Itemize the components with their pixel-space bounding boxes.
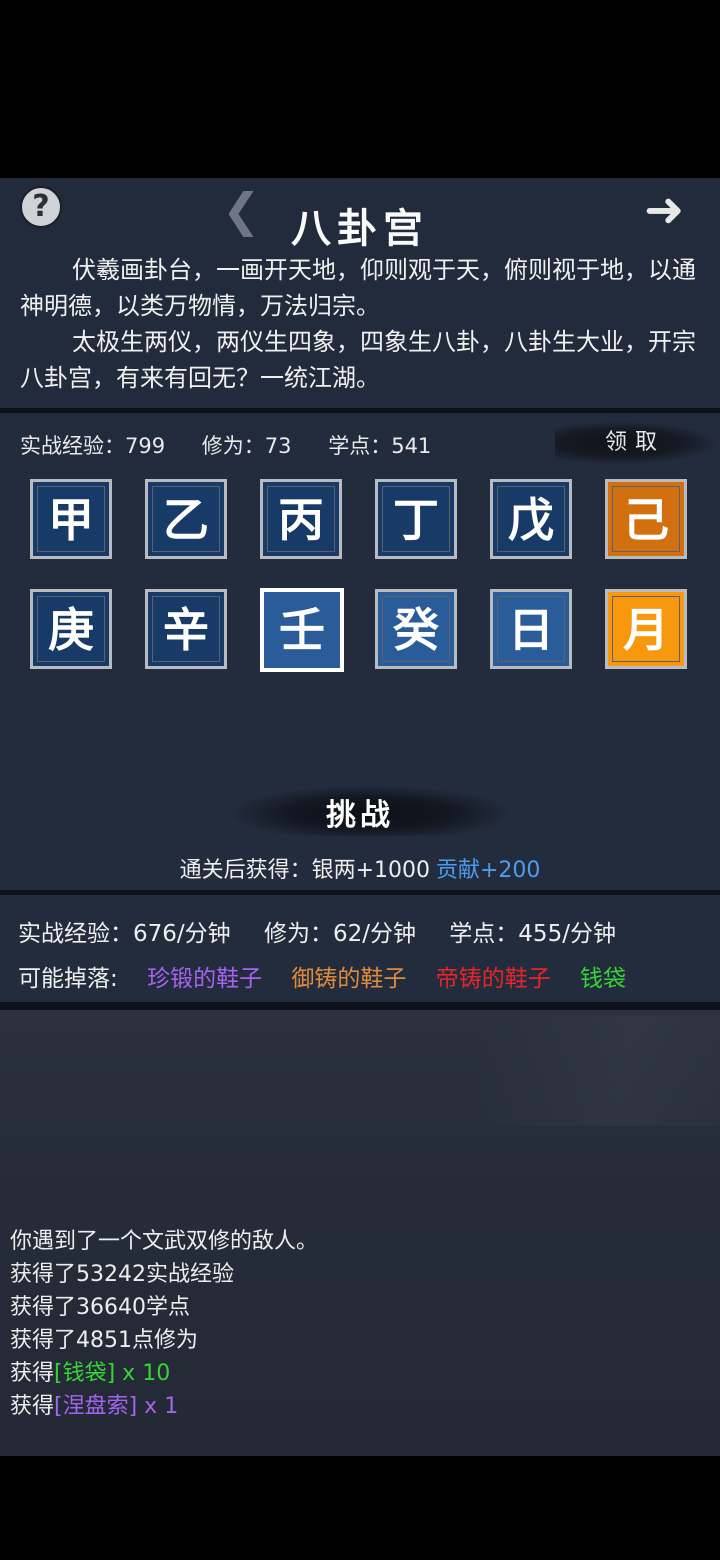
log-item: [涅盘索] [54,1394,138,1419]
combat-exp-stat: 实战经验：799 [20,434,166,458]
drop-item: 钱袋 [580,966,626,992]
log-qty: x 10 [115,1361,171,1386]
log-line: 获得了36640学点 [10,1295,190,1320]
log-line: 你遇到了一个文武双修的敌人。 [10,1229,319,1254]
challenge-button[interactable]: 挑战 [260,790,460,834]
log-text: 获得 [10,1361,55,1386]
stage-tile-jia[interactable]: 甲 [30,479,112,559]
battle-log: 你遇到了一个文武双修的敌人。 获得了53242实战经验 获得了36640学点 获… [10,1225,318,1423]
stage-tile-xin[interactable]: 辛 [145,589,227,669]
cultivation-rate: 修为：62/分钟 [263,921,416,947]
reward-silver: 通关后获得：银两+1000 [179,858,430,883]
intro-paragraph-1: 伏羲画卦台，一画开天地，仰则观于天，俯则视于地，以通神明德，以类万物情，万法归宗… [20,256,696,320]
drop-item: 帝铸的鞋子 [435,966,551,992]
log-line: 获得[钱袋] x 10 [10,1357,318,1390]
game-screen: ? ❮ 八卦宫 ➜ 伏羲画卦台，一画开天地，仰则观于天，俯则视于地，以通神明德，… [0,178,720,1456]
background-mountain [480,1016,720,1126]
stage-tile-yue[interactable]: 月 [605,589,687,669]
log-item: [钱袋] [54,1361,116,1386]
log-line: 获得了4851点修为 [10,1328,198,1353]
divider [0,890,720,895]
rates-row: 实战经验：676/分钟 修为：62/分钟 学点：455/分钟 [18,914,642,948]
stage-tile-ding[interactable]: 丁 [375,479,457,559]
drop-item: 御铸的鞋子 [291,966,407,992]
divider [0,408,720,413]
stage-tile-geng[interactable]: 庚 [30,589,112,669]
log-line: 获得[涅盘索] x 1 [10,1390,318,1423]
clear-reward: 通关后获得：银两+1000 贡献+200 [0,852,720,884]
drops-row: 可能掉落: 珍锻的鞋子 御铸的鞋子 帝铸的鞋子 钱袋 [18,959,648,993]
next-arrow-icon[interactable]: ➜ [644,186,710,234]
stage-tile-wu[interactable]: 戊 [490,479,572,559]
page-title: 八卦宫 [291,205,429,252]
stage-tile-bing[interactable]: 丙 [260,479,342,559]
combat-exp-rate: 实战经验：676/分钟 [18,921,231,947]
cultivation-stat: 修为：73 [201,434,292,458]
stage-tile-ri[interactable]: 日 [490,589,572,669]
stage-tile-yi[interactable]: 乙 [145,479,227,559]
drops-label: 可能掉落: [18,966,118,992]
help-icon[interactable]: ? [20,186,62,228]
log-text: 获得 [10,1394,55,1419]
stage-tile-gui[interactable]: 癸 [375,589,457,669]
divider [0,1002,720,1010]
stats-row: 实战经验：799 修为：73 学点：541 [20,430,461,460]
intro-paragraph-2: 太极生两仪，两仪生四象，四象生八卦，八卦生大业，开宗八卦宫，有来有回无？一统江湖… [20,328,696,392]
reward-contribution: 贡献+200 [436,858,541,883]
drop-item: 珍锻的鞋子 [147,966,263,992]
intro-text: 伏羲画卦台，一画开天地，仰则观于天，俯则视于地，以通神明德，以类万物情，万法归宗… [20,252,700,396]
stage-tile-ji[interactable]: 己 [605,479,687,559]
claim-button[interactable]: 领取 [555,422,715,464]
log-qty: x 1 [137,1394,179,1419]
study-rate: 学点：455/分钟 [449,921,616,947]
log-line: 获得了53242实战经验 [10,1262,234,1287]
study-stat: 学点：541 [328,434,432,458]
stage-tile-ren-selected[interactable]: 壬 [260,588,344,672]
